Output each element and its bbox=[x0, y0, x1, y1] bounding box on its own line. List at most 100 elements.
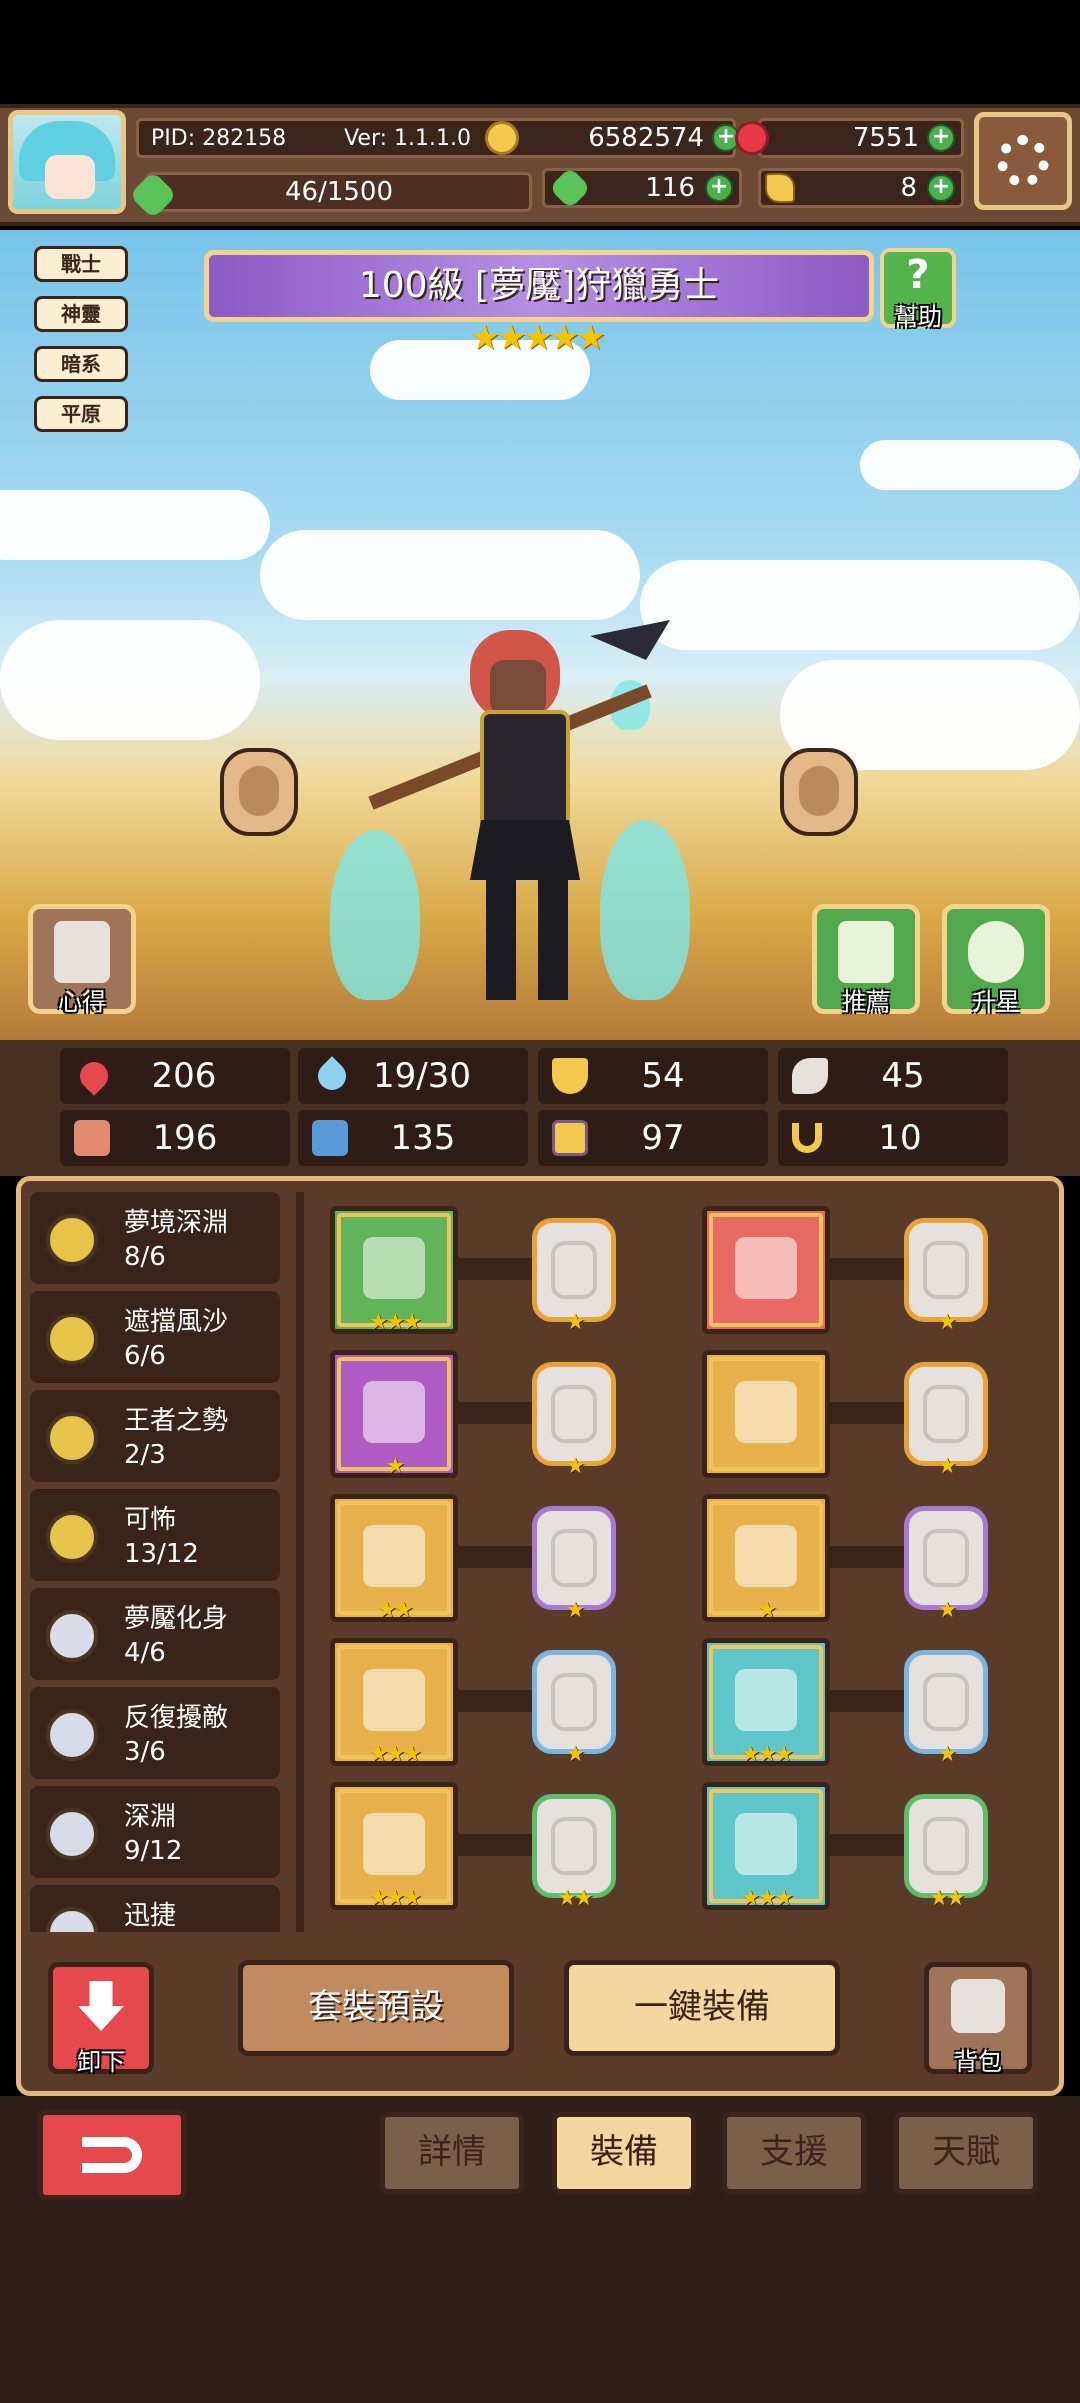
rune-slot[interactable]: ★ bbox=[532, 1650, 616, 1767]
set-item[interactable]: 迅捷 bbox=[30, 1885, 280, 1932]
slot-link bbox=[458, 1546, 532, 1568]
rune-emblem-icon bbox=[923, 1817, 969, 1875]
clover-icon bbox=[548, 166, 592, 210]
next-hero-button[interactable] bbox=[780, 748, 858, 836]
hero-sprite bbox=[330, 600, 700, 1040]
straw-hat-icon bbox=[735, 1237, 797, 1299]
thumbs-up-icon bbox=[838, 921, 894, 983]
set-item[interactable]: 夢魘化身 4/6 bbox=[30, 1588, 280, 1680]
boots-icon bbox=[735, 1813, 797, 1875]
add-gem-icon[interactable]: + bbox=[927, 124, 955, 152]
rune-stars: ★★ bbox=[557, 1886, 593, 1911]
tab-equipment[interactable]: 裝備 bbox=[552, 2112, 696, 2194]
rune-slot[interactable]: ★ bbox=[904, 1650, 988, 1767]
stat-speed-value: 45 bbox=[881, 1056, 925, 1096]
upstar-label: 升星 bbox=[972, 988, 1020, 1016]
help-button[interactable]: ? 幫助 bbox=[880, 248, 956, 331]
settings-button[interactable] bbox=[974, 112, 1072, 210]
equipment-slot[interactable] bbox=[702, 1206, 830, 1334]
backpack-icon bbox=[951, 1979, 1005, 2033]
silver-medal-icon bbox=[46, 1808, 98, 1860]
slot-link bbox=[830, 1258, 904, 1280]
insight-button[interactable]: 心得 bbox=[28, 904, 136, 1016]
heart-amulet-icon bbox=[363, 1525, 425, 1587]
set-item[interactable]: 深淵 9/12 bbox=[30, 1786, 280, 1878]
stat-boots: 97 bbox=[538, 1110, 768, 1166]
pid-text: PID: 282158 bbox=[151, 125, 287, 151]
fist-icon bbox=[74, 1120, 110, 1156]
gold-value: 6582574 bbox=[588, 123, 704, 153]
rune-emblem-icon bbox=[551, 1673, 597, 1731]
set-preset-button[interactable]: 套裝預設 bbox=[238, 1960, 514, 2056]
wing-icon bbox=[792, 1058, 828, 1094]
item-stars: ★★★ bbox=[368, 1886, 422, 1911]
player-avatar[interactable] bbox=[8, 110, 126, 214]
back-button[interactable] bbox=[38, 2110, 186, 2200]
bag-button[interactable]: 背包 bbox=[924, 1962, 1032, 2076]
equipment-slot[interactable]: ★★ bbox=[330, 1494, 458, 1623]
heart-pendant-icon bbox=[363, 1813, 425, 1875]
add-clover-icon[interactable]: + bbox=[705, 174, 733, 202]
rune-slot[interactable]: ★ bbox=[904, 1362, 988, 1479]
equipment-slot[interactable]: ★★★ bbox=[702, 1782, 830, 1911]
rune-emblem-icon bbox=[923, 1385, 969, 1443]
set-item[interactable]: 反復擾敵 3/6 bbox=[30, 1687, 280, 1779]
cloud bbox=[0, 620, 260, 740]
stat-boots-value: 97 bbox=[641, 1118, 685, 1158]
stamina-value: 46/1500 bbox=[284, 177, 393, 207]
dark-helmet-icon bbox=[735, 1525, 797, 1587]
set-name: 迅捷 bbox=[124, 1901, 177, 1931]
tab-talent[interactable]: 天賦 bbox=[894, 2112, 1038, 2194]
rune-slot[interactable]: ★ bbox=[532, 1218, 616, 1335]
rune-slot[interactable]: ★ bbox=[904, 1506, 988, 1623]
rune-slot[interactable]: ★ bbox=[532, 1362, 616, 1479]
recommend-label: 推薦 bbox=[842, 988, 890, 1016]
rune-stars: ★ bbox=[565, 1454, 586, 1479]
equipment-slot[interactable]: ★ bbox=[702, 1494, 830, 1623]
blade-icon bbox=[363, 1381, 425, 1443]
upstar-button[interactable]: 升星 bbox=[942, 904, 1050, 1016]
set-name: 王者之勢 bbox=[124, 1406, 229, 1436]
stat-defense: 54 bbox=[538, 1048, 768, 1104]
rune-emblem-icon bbox=[551, 1529, 597, 1587]
stat-attack-value: 196 bbox=[152, 1118, 218, 1158]
stat-hp: 206 bbox=[60, 1048, 290, 1104]
rune-slot[interactable]: ★★ bbox=[532, 1794, 616, 1911]
dark-armor-icon bbox=[735, 1381, 797, 1443]
set-count: 2/3 bbox=[124, 1440, 166, 1470]
rune-slot[interactable]: ★★ bbox=[904, 1794, 988, 1911]
tab-support[interactable]: 支援 bbox=[722, 2112, 866, 2194]
bag-label: 背包 bbox=[954, 2048, 1002, 2076]
set-item[interactable]: 夢境深淵 8/6 bbox=[30, 1192, 280, 1284]
set-item[interactable]: 王者之勢 2/3 bbox=[30, 1390, 280, 1482]
clover-value: 116 bbox=[645, 173, 695, 203]
tab-details[interactable]: 詳情 bbox=[380, 2112, 524, 2194]
rune-slot[interactable]: ★ bbox=[904, 1218, 988, 1335]
equipment-slot[interactable]: ★★★ bbox=[330, 1206, 458, 1335]
stat-speed: 45 bbox=[778, 1048, 1008, 1104]
set-bonus-list[interactable]: 夢境深淵 8/6 遮擋風沙 6/6 王者之勢 2/3 可怖 13/12 夢魘化身… bbox=[30, 1192, 298, 1932]
stat-hp-value: 206 bbox=[151, 1056, 217, 1096]
recommend-button[interactable]: 推薦 bbox=[812, 904, 920, 1016]
equipment-slot[interactable]: ★★★ bbox=[330, 1638, 458, 1767]
tag-race: 神靈 bbox=[34, 296, 128, 332]
down-arrow-icon bbox=[78, 1981, 124, 2031]
help-label: 幫助 bbox=[894, 303, 942, 331]
set-item[interactable]: 遮擋風沙 6/6 bbox=[30, 1291, 280, 1383]
gold-counter: 6582574 + bbox=[540, 118, 740, 158]
equipment-slot[interactable]: ★ bbox=[330, 1350, 458, 1479]
auto-equip-button[interactable]: 一鍵裝備 bbox=[564, 1960, 840, 2056]
unequip-button[interactable]: 卸下 bbox=[48, 1962, 154, 2076]
tag-terrain: 平原 bbox=[34, 396, 128, 432]
set-item[interactable]: 可怖 13/12 bbox=[30, 1489, 280, 1581]
equipment-slot[interactable] bbox=[702, 1350, 830, 1478]
rune-slot[interactable]: ★ bbox=[532, 1506, 616, 1623]
spellbook-icon bbox=[312, 1120, 348, 1156]
equipment-slot[interactable]: ★★★ bbox=[702, 1638, 830, 1767]
equipment-slot[interactable]: ★★★ bbox=[330, 1782, 458, 1911]
prev-hero-button[interactable] bbox=[220, 748, 298, 836]
add-shard-icon[interactable]: + bbox=[927, 174, 955, 202]
hero-face bbox=[490, 660, 546, 716]
cloud bbox=[640, 560, 1080, 650]
rune-stars: ★★ bbox=[929, 1886, 965, 1911]
